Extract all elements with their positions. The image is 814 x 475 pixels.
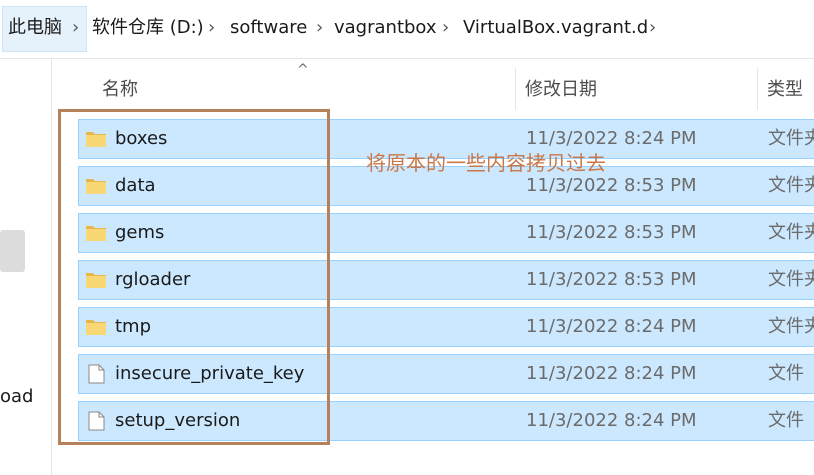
file-type: 文件夹 xyxy=(768,128,814,149)
nav-item-label[interactable]: oad xyxy=(0,385,50,409)
breadcrumb-virtualbox-vagrant-d[interactable]: VirtualBox.vagrant.d xyxy=(463,15,648,41)
file-type: 文件 xyxy=(768,363,804,384)
chevron-right-icon[interactable]: › xyxy=(316,15,323,41)
column-header-type[interactable]: 类型 xyxy=(767,78,803,102)
file-date: 11/3/2022 8:53 PM xyxy=(526,269,697,290)
column-header-row xyxy=(52,68,814,114)
breadcrumb-this-pc[interactable]: 此电脑 xyxy=(8,15,62,41)
file-type: 文件夹 xyxy=(768,175,814,196)
chevron-right-icon[interactable]: › xyxy=(208,15,215,41)
annotation-text: 将原本的一些内容拷贝过去 xyxy=(366,151,606,175)
column-divider[interactable] xyxy=(757,68,758,110)
breadcrumb-software[interactable]: software xyxy=(230,15,307,41)
chevron-right-icon[interactable]: › xyxy=(649,15,656,41)
nav-selected-item[interactable] xyxy=(0,230,25,272)
chevron-right-icon[interactable]: › xyxy=(72,15,79,41)
sort-ascending-icon: ^ xyxy=(297,62,309,78)
file-type: 文件夹 xyxy=(768,222,814,243)
file-date: 11/3/2022 8:53 PM xyxy=(526,222,697,243)
breadcrumb-vagrantbox[interactable]: vagrantbox xyxy=(334,15,437,41)
file-type: 文件 xyxy=(768,410,804,431)
file-type: 文件夹 xyxy=(768,269,814,290)
column-header-name[interactable]: 名称 xyxy=(102,78,138,102)
column-header-date[interactable]: 修改日期 xyxy=(525,78,597,102)
breadcrumb-drive-d[interactable]: 软件仓库 (D:) xyxy=(92,15,204,41)
file-date: 11/3/2022 8:24 PM xyxy=(526,316,697,337)
file-type: 文件夹 xyxy=(768,316,814,337)
annotation-box xyxy=(58,109,330,445)
chevron-right-icon[interactable]: › xyxy=(442,15,449,41)
file-date: 11/3/2022 8:24 PM xyxy=(526,410,697,431)
address-bar[interactable]: 此电脑 › 软件仓库 (D:) › software › vagrantbox … xyxy=(0,0,814,59)
file-date: 11/3/2022 8:24 PM xyxy=(526,363,697,384)
navigation-pane[interactable]: oad xyxy=(0,59,52,475)
column-divider[interactable] xyxy=(515,68,516,110)
